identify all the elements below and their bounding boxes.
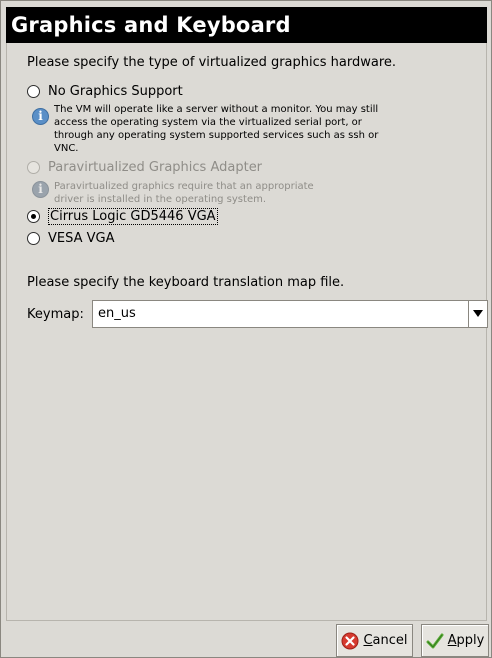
radio-no-graphics[interactable]: No Graphics Support bbox=[27, 81, 183, 101]
dialog-window: Graphics and Keyboard Please specify the… bbox=[0, 0, 492, 658]
page-title: Graphics and Keyboard bbox=[11, 13, 291, 37]
radio-label-cirrus-logic: Cirrus Logic GD5446 VGA bbox=[48, 207, 218, 225]
cancel-label: Cancel bbox=[363, 633, 408, 648]
cancel-button[interactable]: Cancel bbox=[336, 624, 413, 657]
keymap-label: Keymap: bbox=[27, 307, 84, 322]
radio-button[interactable] bbox=[27, 231, 40, 245]
note-no-graphics: The VM will operate like a server withou… bbox=[54, 104, 379, 154]
checkmark-icon bbox=[426, 633, 444, 648]
radio-vesa-vga[interactable]: VESA VGA bbox=[27, 228, 115, 248]
radio-cirrus-logic[interactable]: Cirrus Logic GD5446 VGA bbox=[27, 206, 218, 226]
keyboard-prompt: Please specify the keyboard translation … bbox=[27, 275, 345, 290]
note-paravirtualized: Paravirtualized graphics require that an… bbox=[54, 181, 314, 205]
chevron-down-icon bbox=[473, 310, 483, 317]
content-panel: Please specify the type of virtualized g… bbox=[6, 43, 488, 621]
info-icon: i bbox=[32, 108, 49, 125]
radio-button[interactable] bbox=[27, 84, 40, 98]
keymap-combo[interactable]: en_us bbox=[92, 300, 488, 328]
cancel-x-icon bbox=[341, 632, 359, 649]
info-icon: i bbox=[32, 181, 49, 198]
radio-label-no-graphics: No Graphics Support bbox=[48, 83, 183, 99]
apply-label: Apply bbox=[447, 633, 485, 648]
keymap-value: en_us bbox=[98, 306, 136, 321]
apply-button[interactable]: Apply bbox=[421, 624, 489, 657]
radio-label-vesa-vga: VESA VGA bbox=[48, 230, 115, 246]
radio-button[interactable] bbox=[27, 160, 40, 174]
header-banner: Graphics and Keyboard bbox=[6, 7, 487, 43]
keymap-dropdown-button[interactable] bbox=[468, 301, 487, 327]
graphics-prompt: Please specify the type of virtualized g… bbox=[27, 55, 397, 70]
radio-paravirtualized[interactable]: Paravirtualized Graphics Adapter bbox=[27, 157, 262, 177]
radio-label-paravirtualized: Paravirtualized Graphics Adapter bbox=[48, 159, 263, 175]
radio-button[interactable] bbox=[27, 209, 40, 223]
